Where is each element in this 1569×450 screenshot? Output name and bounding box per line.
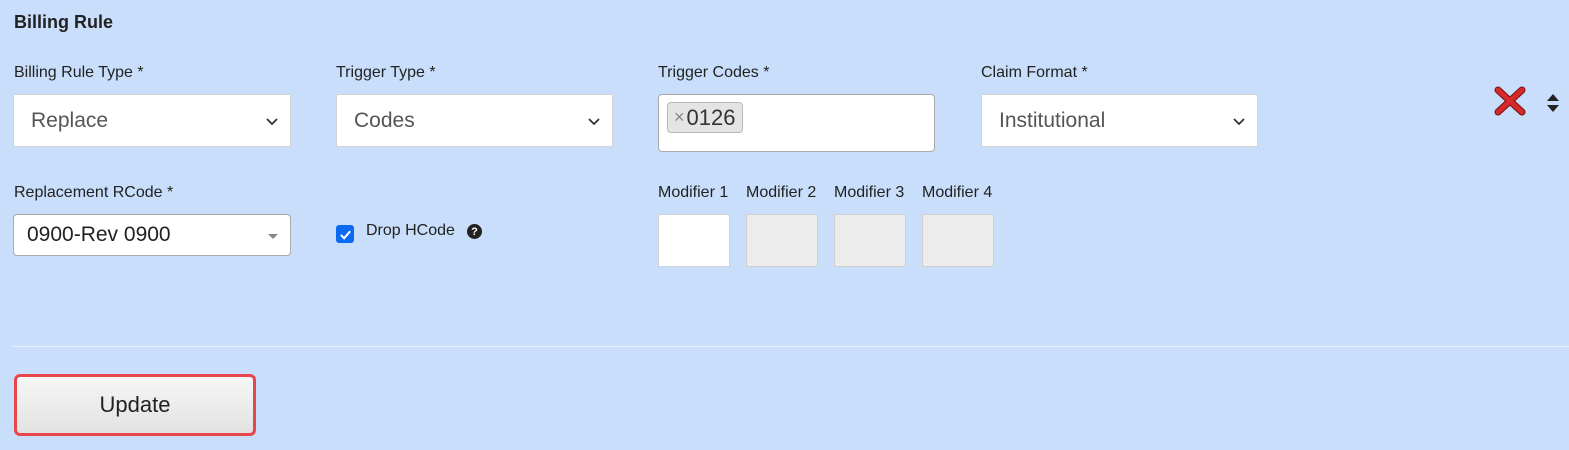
caret-down-icon xyxy=(268,234,278,239)
replacement-rcode-label: Replacement RCode * xyxy=(14,184,174,201)
modifier-3-input[interactable] xyxy=(834,214,906,267)
modifier-1-label: Modifier 1 xyxy=(658,184,729,201)
trigger-type-value: Codes xyxy=(354,108,415,132)
chevron-down-icon xyxy=(1233,117,1245,125)
red-x-icon[interactable] xyxy=(1494,86,1526,116)
claim-format-select[interactable]: Institutional xyxy=(981,94,1258,147)
trigger-codes-input[interactable]: × 0126 xyxy=(658,94,935,152)
update-button[interactable]: Update xyxy=(14,374,256,436)
chevron-down-icon xyxy=(266,117,278,125)
billing-rule-type-value: Replace xyxy=(31,108,109,132)
drop-hcode-label: Drop HCode xyxy=(366,222,455,239)
divider xyxy=(13,346,1569,347)
trigger-codes-label: Trigger Codes * xyxy=(658,64,770,81)
trigger-code-value: 0126 xyxy=(686,104,736,130)
drop-hcode-checkbox[interactable] xyxy=(336,225,354,243)
chevron-down-icon xyxy=(588,117,600,125)
question-circle-icon[interactable]: ? xyxy=(467,224,482,239)
trigger-type-label: Trigger Type * xyxy=(336,64,436,81)
billing-rule-type-label: Billing Rule Type * xyxy=(14,64,144,81)
modifier-2-input[interactable] xyxy=(746,214,818,267)
replacement-rcode-value: 0900-Rev 0900 xyxy=(27,223,171,246)
trigger-code-tag: × 0126 xyxy=(667,102,744,133)
modifier-4-input[interactable] xyxy=(922,214,994,267)
modifier-1-input[interactable] xyxy=(658,214,730,267)
section-title: Billing Rule xyxy=(14,12,113,32)
checkmark-icon xyxy=(339,230,351,240)
replacement-rcode-select[interactable]: 0900-Rev 0900 xyxy=(13,214,291,256)
claim-format-label: Claim Format * xyxy=(981,64,1088,81)
tag-remove-icon[interactable]: × xyxy=(674,107,685,128)
modifier-4-label: Modifier 4 xyxy=(922,184,993,201)
claim-format-value: Institutional xyxy=(999,108,1106,132)
modifier-3-label: Modifier 3 xyxy=(834,184,905,201)
modifier-2-label: Modifier 2 xyxy=(746,184,817,201)
trigger-type-select[interactable]: Codes xyxy=(336,94,613,147)
sort-updown-icon[interactable] xyxy=(1545,92,1561,114)
billing-rule-type-select[interactable]: Replace xyxy=(13,94,291,147)
